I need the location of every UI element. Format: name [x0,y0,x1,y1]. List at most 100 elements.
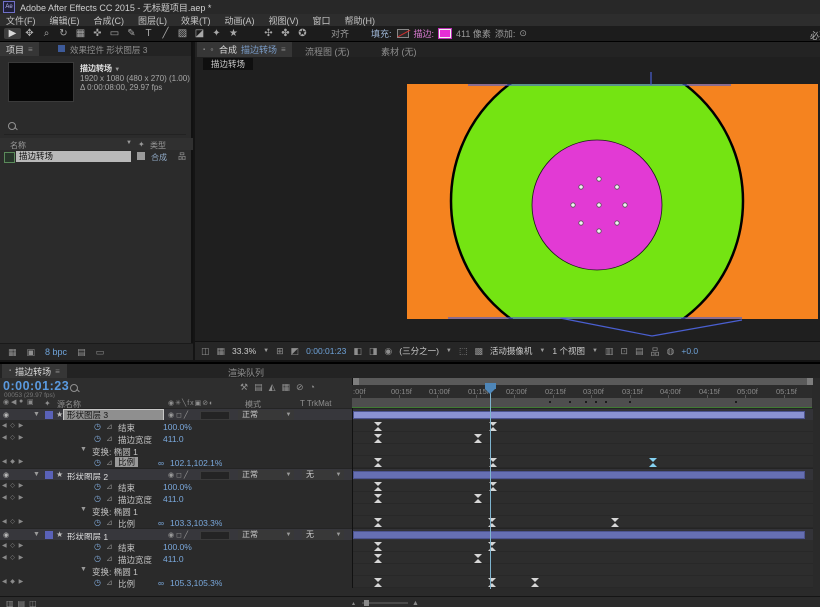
layer-row[interactable]: ◉ ▼ ★ 形状图层 3 ◉◻╱ 正常 ▼ [0,408,352,421]
graph-icon[interactable]: ⊿ [106,554,113,563]
keyframe-icon[interactable] [531,577,539,587]
composition-name[interactable]: 描边转场 ▼ [80,63,120,74]
view-layout-popup[interactable]: 1 个视图 [552,345,585,357]
property-name[interactable]: 比例 [118,578,135,590]
chevron-down-icon[interactable]: ▼ [333,530,344,540]
transparency-grid-icon[interactable]: ▩ [474,346,483,357]
stroke-label[interactable]: 描边: [414,27,435,40]
roto-brush-tool-icon[interactable]: ✦ [208,28,225,39]
layer-color-chip[interactable] [45,531,53,539]
menu-file[interactable]: 文件(F) [6,14,36,26]
project-item-row[interactable]: 描边转场 合成 品 [0,150,193,163]
trkmat-dropdown[interactable]: 无 [302,470,332,480]
resolution-popup[interactable]: (三分之一) [399,345,439,357]
expand-arrow-icon[interactable]: ▼ [80,446,87,453]
layer-row[interactable]: ◉ ▼ ★ 形状图层 1 ◉◻╱ 正常 ▼ 无 ▼ [0,528,352,542]
menu-edit[interactable]: 编辑(E) [50,14,80,26]
keyframe-icon[interactable] [374,457,382,467]
interpret-footage-icon[interactable]: ▦ [8,347,17,358]
expand-arrow-icon[interactable]: ▼ [80,506,87,513]
keyframe-navigator[interactable]: ◀ ◇ ▶ [2,494,24,501]
local-axis-mode-icon[interactable]: ✣ [260,28,277,39]
blend-mode-dropdown[interactable]: 正常 [238,530,282,540]
chevron-down-icon[interactable]: ▼ [592,348,598,354]
keyframe-navigator[interactable]: ◀ ◇ ▶ [2,542,24,549]
property-value[interactable]: 411.0 [163,494,184,504]
property-value[interactable]: 102.1,102.1% [170,458,222,468]
keyframe-icon[interactable] [374,421,382,431]
stopwatch-icon[interactable]: ◷ [94,434,101,443]
add-icon[interactable]: ⊙ [519,28,527,39]
pen-tool-icon[interactable]: ✎ [123,28,140,39]
menu-effect[interactable]: 效果(T) [181,14,211,26]
layer-color-chip[interactable] [45,411,53,419]
property-value[interactable]: 103.3,103.3% [170,518,222,528]
expand-arrow-icon[interactable]: ▼ [80,566,87,573]
pan-behind-tool-icon[interactable]: ✜ [89,28,106,39]
stopwatch-icon[interactable]: ◷ [94,494,101,503]
eraser-tool-icon[interactable]: ◪ [191,28,208,39]
world-axis-mode-icon[interactable]: ✤ [277,28,294,39]
stopwatch-icon[interactable]: ◷ [94,518,101,527]
layer-duration-bar[interactable] [353,411,805,419]
property-row[interactable]: ◀ ◆ ▶ ◷ ⊿ 比例 ∞ 102.1,102.1% [0,456,352,468]
search-icon[interactable] [70,384,78,392]
keyframe-icon[interactable] [374,541,382,551]
keyframe-icon[interactable] [374,493,382,503]
align-button[interactable]: 对齐 [331,27,349,40]
layer-switches[interactable]: ◉◻╱ [168,531,190,539]
property-row[interactable]: ◀ ◇ ▶ ◷ ⊿ 描边宽度 411.0 [0,492,352,505]
keyframe-icon[interactable] [374,433,382,443]
exposure-value[interactable]: +0.0 [681,346,698,356]
graph-icon[interactable]: ⊿ [106,518,113,527]
snapshot-icon[interactable]: ◧ [353,346,362,357]
stopwatch-icon[interactable]: ◷ [94,482,101,491]
delete-icon[interactable]: ▭ [96,347,105,358]
keyframe-icon[interactable] [474,433,482,443]
graph-icon[interactable]: ⊿ [106,482,113,491]
always-preview-icon[interactable]: ◫ [201,346,210,357]
column-trkmat[interactable]: T TrkMat [300,399,331,408]
property-group-row[interactable]: ▼ 变换: 椭圆 1 [0,564,352,577]
property-name-selected[interactable]: 比例 [115,456,139,467]
graph-icon[interactable]: ⊿ [106,578,113,587]
tab-flowchart[interactable]: 流程图 (无) [305,45,350,58]
time-ruler[interactable]: :00f 00:15f 01:00f 01:15f 02:00f 02:15f … [352,385,812,399]
property-value[interactable]: 411.0 [163,554,184,564]
active-camera-popup[interactable]: 活动摄像机 [490,345,533,357]
tab-composition[interactable]: ▪ ⚬ 合成 描边转场 ≡ [197,42,292,57]
chevron-down-icon[interactable]: ▼ [263,348,269,354]
fast-previews-icon[interactable]: ⊡ [620,346,628,357]
stopwatch-icon[interactable]: ◷ [94,554,101,563]
zoom-out-icon[interactable]: ▴ [352,600,355,607]
pixel-aspect-icon[interactable]: ▥ [605,346,614,357]
eye-icon[interactable]: ◉ [3,471,9,479]
layer-duration-bar[interactable] [353,471,805,479]
layer-switches[interactable]: ◉◻╱ [168,471,190,479]
keyframe-navigator[interactable]: ◀ ◆ ▶ [2,458,24,465]
menu-help[interactable]: 帮助(H) [345,14,376,26]
graph-icon[interactable]: ⊿ [106,422,113,431]
zoom-tool-icon[interactable]: ⌕ [38,28,55,39]
chevron-down-icon[interactable]: ▼ [283,530,294,540]
timeline-keyframe-area[interactable] [352,408,813,588]
keyframe-navigator[interactable]: ◀ ◇ ▶ [2,434,24,441]
preview-quality-icon[interactable]: ▦ [217,346,226,357]
property-value[interactable]: 100.0% [163,542,192,552]
viewer-comp-subtab[interactable]: 描边转场 [203,58,254,70]
selection-tool-icon[interactable]: ▶ [4,28,21,39]
keyframe-navigator[interactable]: ◀ ◇ ▶ [2,422,24,429]
playhead-marker[interactable] [485,383,496,394]
stopwatch-icon[interactable]: ◷ [94,578,101,587]
blend-mode-dropdown[interactable]: 正常 [238,470,282,480]
zoom-slider-knob[interactable] [364,600,369,606]
fill-label[interactable]: 填充: [371,27,392,40]
timeline-view-options-icons[interactable]: ⚒▤◭▦⊘◔ [240,382,321,393]
keyframe-icon[interactable] [374,481,382,491]
channels-icon[interactable]: ◉ [384,346,392,357]
menu-composition[interactable]: 合成(C) [94,14,125,26]
keyframe-icon[interactable] [374,517,382,527]
property-value[interactable]: 105.3,105.3% [170,578,222,588]
keyframe-icon[interactable] [474,553,482,563]
expand-arrow-icon[interactable]: ▼ [33,531,40,538]
